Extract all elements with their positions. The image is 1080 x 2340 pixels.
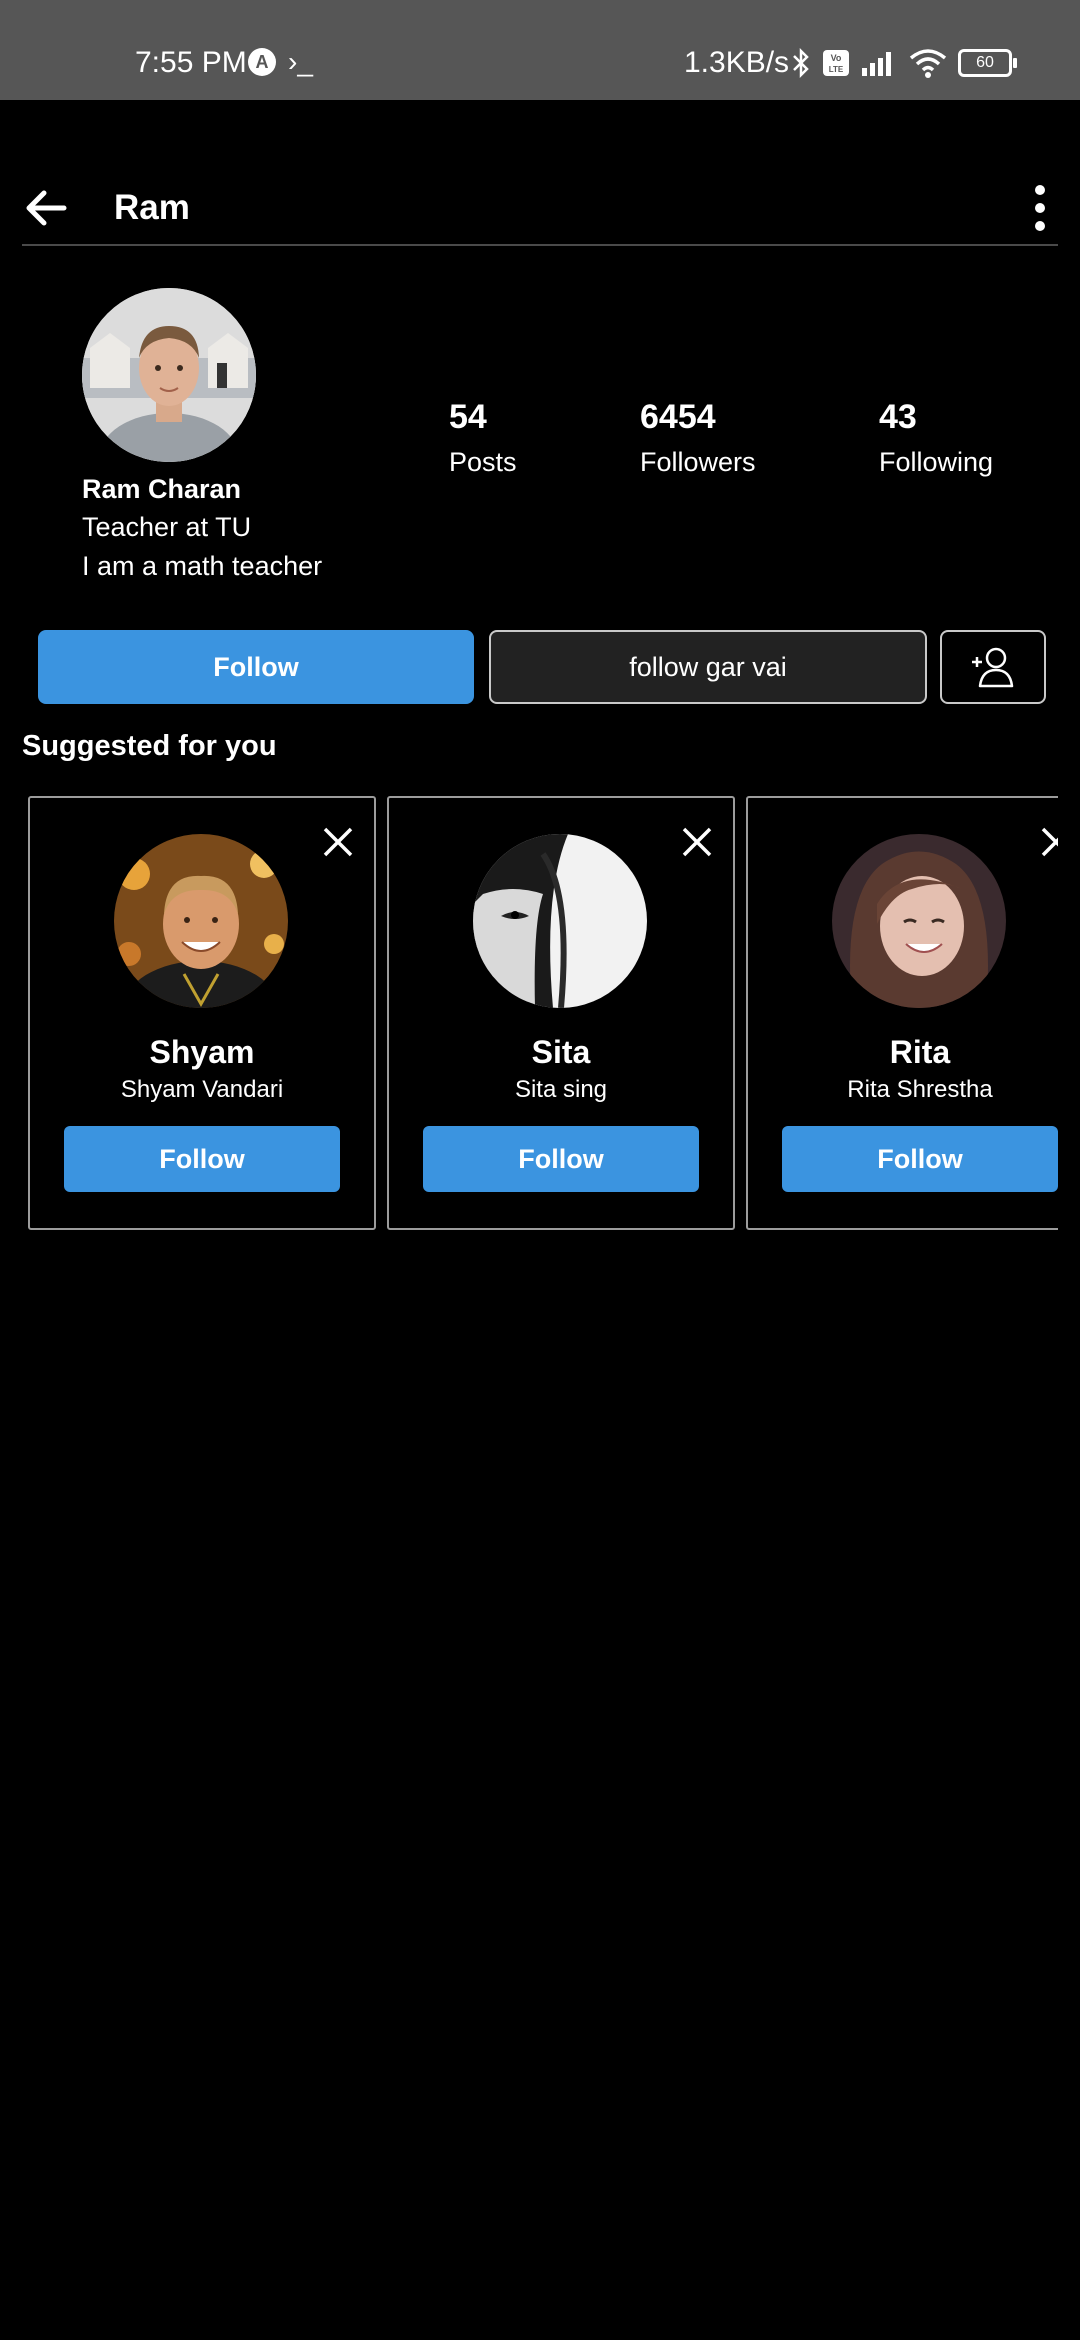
close-icon[interactable] [1040, 826, 1058, 858]
suggested-avatar[interactable] [832, 834, 1006, 1008]
stat-label: Followers [640, 447, 756, 477]
suggested-cards-carousel[interactable]: Shyam Shyam Vandari Follow Sita Sita sin… [28, 796, 1058, 1230]
stat-posts[interactable]: 54 Posts [449, 398, 517, 478]
app-notification-icon: A [248, 48, 276, 76]
svg-text:LTE: LTE [829, 65, 844, 74]
status-icons: Vo LTE 60 [790, 46, 1017, 80]
network-speed: 1.3KB/s [684, 46, 790, 79]
profile-avatar[interactable] [82, 288, 256, 462]
page-title: Ram [114, 188, 190, 227]
follow-gar-vai-button[interactable]: follow gar vai [489, 630, 927, 704]
svg-text:Vo: Vo [831, 53, 842, 63]
close-icon[interactable] [322, 826, 354, 858]
suggested-username: Rita [889, 1034, 951, 1070]
stat-label: Following [879, 447, 994, 477]
suggested-card[interactable]: Shyam Shyam Vandari Follow [28, 796, 376, 1230]
close-icon[interactable] [681, 826, 713, 858]
follow-button[interactable]: Follow [38, 630, 474, 704]
stat-followers[interactable]: 6454 Followers [640, 398, 756, 478]
signal-icon [862, 52, 891, 76]
suggested-follow-button[interactable]: Follow [423, 1126, 699, 1192]
top-app-bar: Ram [22, 170, 1058, 246]
suggested-fullname: Rita Shrestha [847, 1076, 993, 1103]
stat-value: 6454 [640, 398, 716, 436]
suggested-follow-button[interactable]: Follow [64, 1126, 340, 1192]
suggested-avatar[interactable] [114, 834, 288, 1008]
profile-bio-line: I am a math teacher [82, 551, 323, 581]
bluetooth-icon [793, 47, 809, 79]
stat-label: Posts [449, 447, 517, 477]
stat-value: 54 [449, 398, 487, 436]
status-time: 7:55 PM [135, 46, 247, 79]
suggested-follow-button[interactable]: Follow [782, 1126, 1058, 1192]
suggested-username: Sita [531, 1034, 591, 1070]
suggested-username: Shyam [149, 1034, 255, 1070]
wifi-icon [909, 49, 947, 78]
arrow-left-icon[interactable] [22, 188, 70, 228]
volte-icon: Vo LTE [823, 50, 849, 76]
status-bar: 7:55 PM A ›_ 1.3KB/s Vo LTE 60 [0, 0, 1080, 100]
profile-name: Ram Charan [82, 474, 242, 504]
profile-bio-line: Teacher at TU [82, 512, 252, 542]
battery-icon: 60 [958, 49, 1017, 77]
terminal-icon: ›_ [288, 46, 313, 77]
suggested-fullname: Sita sing [514, 1076, 608, 1103]
stat-value: 43 [879, 398, 917, 436]
stat-following[interactable]: 43 Following [879, 398, 993, 478]
suggested-fullname: Shyam Vandari [120, 1076, 284, 1103]
suggested-avatar[interactable] [473, 834, 647, 1008]
suggested-heading: Suggested for you [22, 730, 277, 762]
more-vertical-icon[interactable] [1022, 184, 1058, 232]
suggested-card[interactable]: Rita Rita Shrestha Follow [746, 796, 1058, 1230]
add-person-button[interactable] [940, 630, 1046, 704]
person-add-icon [972, 647, 1014, 688]
suggested-card[interactable]: Sita Sita sing Follow [387, 796, 735, 1230]
